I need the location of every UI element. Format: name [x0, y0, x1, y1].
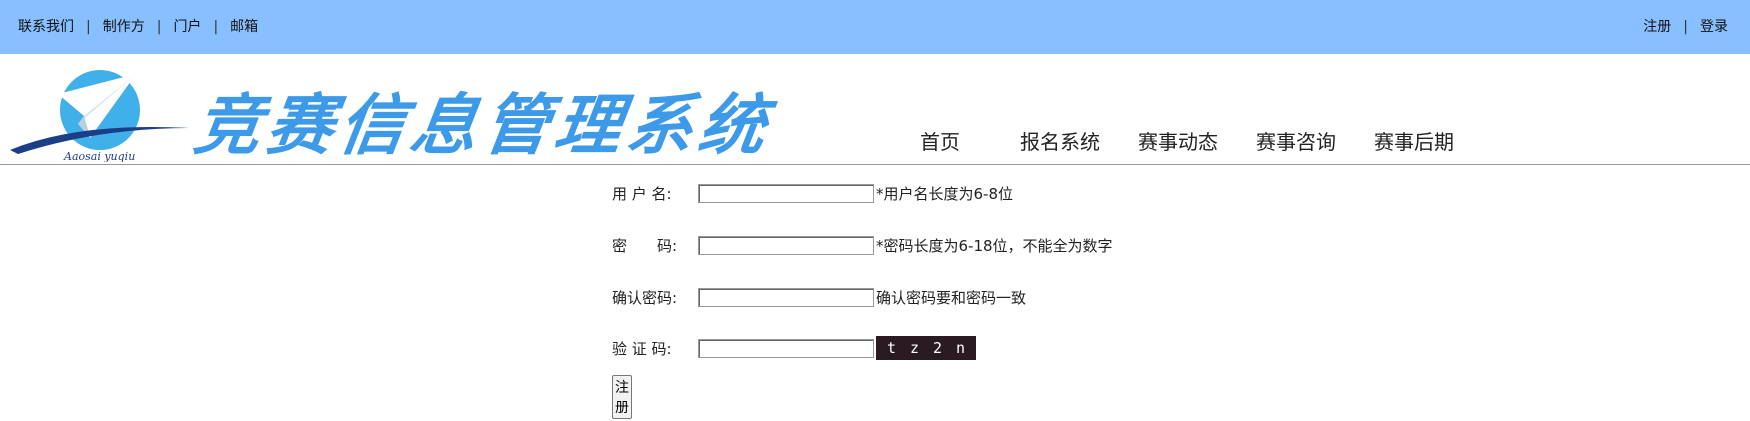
separator: |: [213, 19, 219, 35]
producer-link[interactable]: 制作方: [103, 19, 145, 35]
username-label: 用 户 名:: [612, 184, 672, 203]
top-right-links: 注册 | 登录: [1643, 16, 1728, 36]
confirm-password-input[interactable]: [698, 287, 874, 307]
contact-us-link[interactable]: 联系我们: [18, 19, 74, 35]
password-row: 密 码: *密码长度为6-18位，不能全为数字: [612, 232, 1113, 258]
captcha-char: t: [886, 339, 897, 357]
logo-caption: Aaosai yuqiu: [63, 150, 135, 162]
password-label: 密 码:: [612, 236, 678, 255]
captcha-input[interactable]: [698, 338, 874, 358]
top-left-links: 联系我们 | 制作方 | 门户 | 邮箱: [18, 16, 258, 36]
main-nav: 首页 报名系统 赛事动态 赛事咨询 赛事后期: [920, 126, 1492, 155]
username-hint: *用户名长度为6-8位: [876, 184, 1014, 203]
confirm-password-row: 确认密码: 确认密码要和密码一致: [612, 284, 1026, 310]
captcha-label: 验 证 码:: [612, 339, 672, 358]
portal-link[interactable]: 门户: [173, 19, 201, 35]
confirm-password-hint: 确认密码要和密码一致: [876, 288, 1027, 307]
site-logo[interactable]: Aaosai yuqiu: [8, 62, 190, 163]
captcha-char: 2: [932, 339, 943, 357]
register-button[interactable]: 注册: [612, 375, 632, 419]
captcha-image[interactable]: t z 2 n: [876, 336, 976, 360]
username-input[interactable]: [698, 183, 874, 203]
separator: |: [86, 19, 91, 35]
captcha-char: z: [909, 339, 920, 357]
separator: |: [1683, 19, 1688, 35]
nav-home[interactable]: 首页: [920, 126, 960, 155]
username-row: 用 户 名: *用户名长度为6-8位: [612, 180, 1013, 206]
separator: |: [156, 19, 162, 35]
register-link[interactable]: 注册: [1643, 19, 1671, 35]
mailbox-link[interactable]: 邮箱: [230, 19, 258, 35]
site-header: Aaosai yuqiu 竞赛信息管理系统 首页 报名系统 赛事动态 赛事咨询 …: [0, 54, 1750, 165]
nav-competition-inquiry[interactable]: 赛事咨询: [1256, 126, 1336, 155]
confirm-password-label: 确认密码:: [612, 288, 678, 307]
login-link[interactable]: 登录: [1700, 19, 1728, 35]
paper-plane-logo-icon: Aaosai yuqiu: [10, 70, 190, 163]
captcha-char: n: [955, 339, 966, 357]
password-input[interactable]: [698, 235, 874, 255]
nav-competition-later[interactable]: 赛事后期: [1374, 126, 1454, 155]
nav-registration-system[interactable]: 报名系统: [1020, 126, 1100, 155]
password-hint: *密码长度为6-18位，不能全为数字: [876, 236, 1113, 255]
nav-competition-news[interactable]: 赛事动态: [1138, 126, 1218, 155]
top-bar: 联系我们 | 制作方 | 门户 | 邮箱 注册 | 登录: [0, 0, 1750, 54]
site-title: 竞赛信息管理系统: [189, 86, 777, 164]
captcha-row: 验 证 码: t z 2 n: [612, 335, 976, 361]
